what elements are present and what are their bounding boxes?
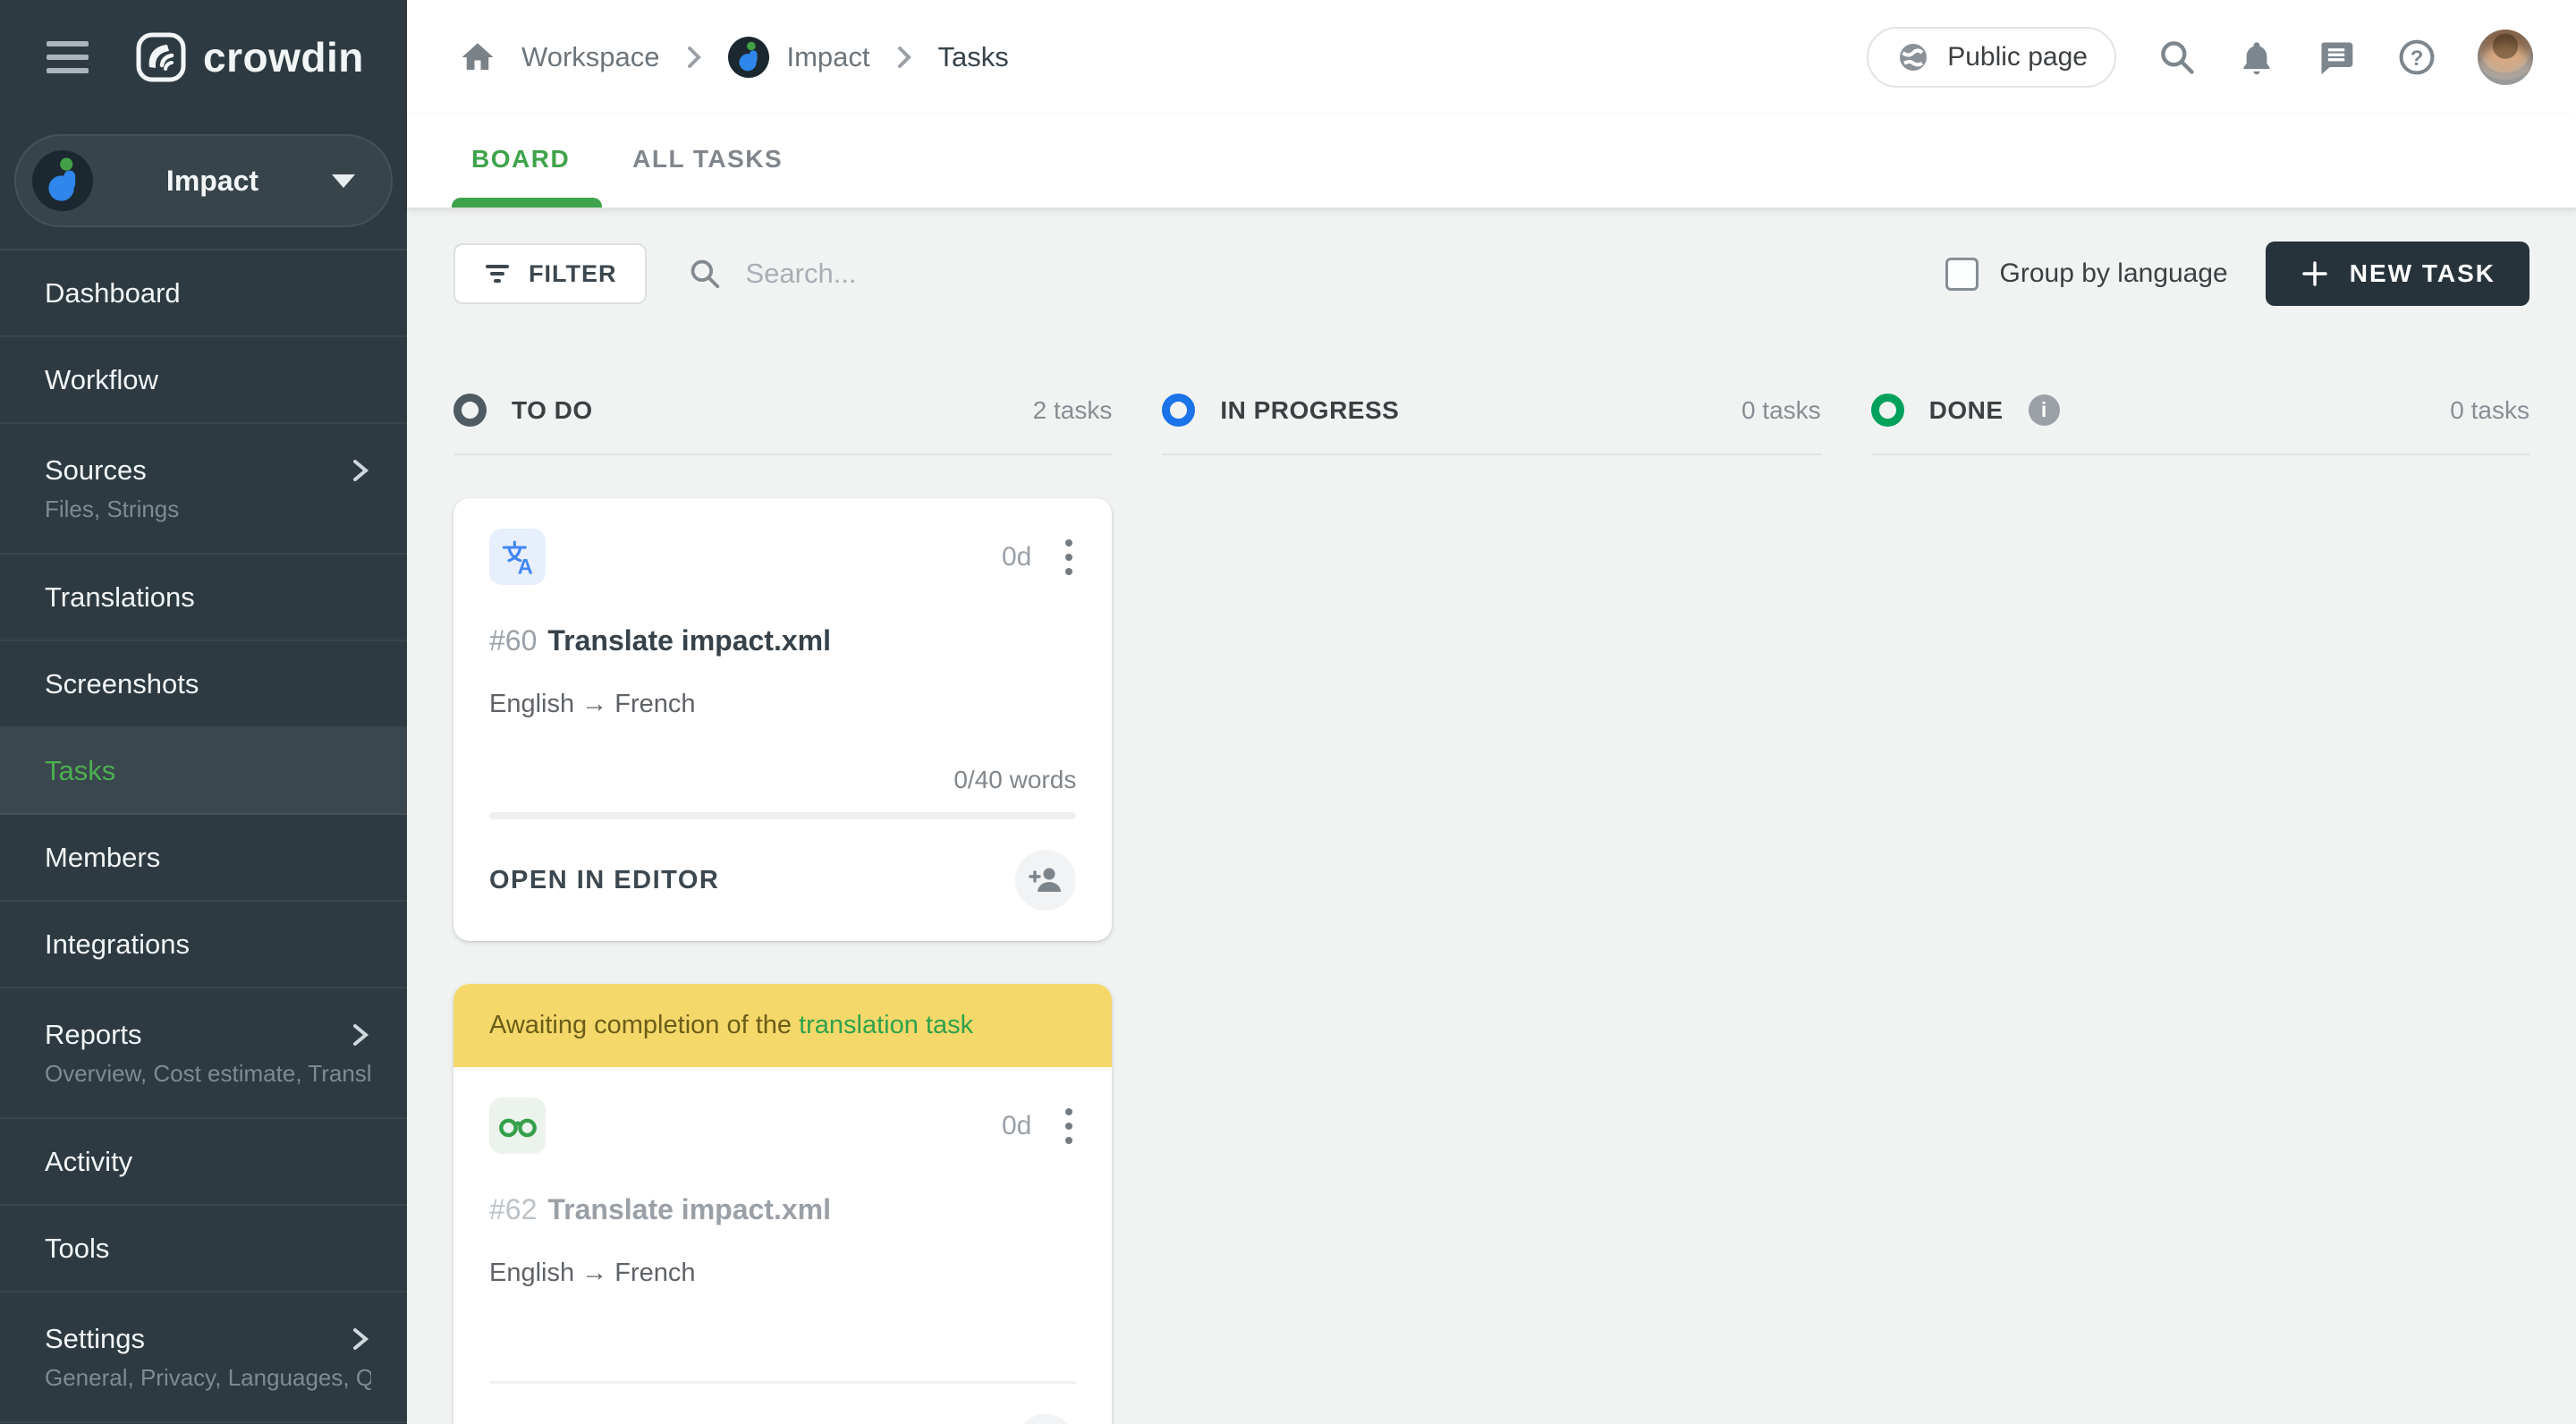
task-word-progress-empty (489, 1335, 1076, 1369)
project-avatar-small (727, 37, 769, 78)
search-input[interactable] (745, 258, 1283, 290)
sidebar-top: crowdin (0, 0, 407, 114)
task-progress-bar (489, 812, 1077, 819)
tab-all-tasks[interactable]: ALL TASKS (632, 145, 783, 208)
svg-text:A: A (517, 555, 532, 577)
crowdin-logo-text: crowdin (203, 34, 364, 81)
open-in-editor-button[interactable]: OPEN IN EDITOR (489, 866, 719, 895)
in-progress-task-count: 0 tasks (1741, 395, 1821, 424)
todo-status-icon (453, 394, 487, 427)
sidebar-item-workflow[interactable]: Workflow (0, 337, 407, 424)
sidebar-item-members[interactable]: Members (0, 815, 407, 902)
translation-task-link[interactable]: translation task (799, 1011, 973, 1039)
hamburger-menu-icon[interactable] (47, 41, 89, 73)
task-title: #62 Translate impact.xml (489, 1193, 831, 1225)
help-icon[interactable]: ? (2397, 38, 2436, 77)
task-title: #60 Translate impact.xml (489, 624, 831, 657)
sidebar-item-tools[interactable]: Tools (0, 1206, 407, 1293)
column-to-do: TO DO 2 tasks A 0d #60 Translate impact.… (453, 394, 1113, 1424)
crowdin-logo[interactable]: crowdin (135, 31, 364, 83)
plus-icon (2302, 261, 2327, 286)
group-by-language-label: Group by language (1999, 259, 2228, 288)
project-selector-label: Impact (165, 164, 259, 197)
sidebar-item-tasks[interactable]: Tasks (0, 728, 407, 815)
task-card-62[interactable]: Awaiting completion of the translation t… (453, 984, 1113, 1424)
globe-icon (1900, 44, 1928, 71)
svg-text:?: ? (2411, 47, 2424, 71)
search-box (688, 257, 1945, 291)
chevron-right-icon (353, 1327, 369, 1350)
home-icon[interactable] (459, 38, 496, 76)
breadcrumb-workspace[interactable]: Workspace (521, 41, 660, 73)
board-columns: TO DO 2 tasks A 0d #60 Translate impact.… (453, 394, 2529, 1424)
task-word-progress: 0/40 words (953, 766, 1077, 793)
kebab-menu-icon[interactable] (1062, 1105, 1076, 1148)
breadcrumb: Workspace Impact Tasks (459, 37, 1009, 78)
column-done-header: DONE i 0 tasks (1870, 394, 2529, 455)
new-task-button[interactable]: NEW TASK (2265, 242, 2529, 306)
sidebar-nav: Dashboard Workflow Sources Files, String… (0, 249, 407, 1424)
task-language-pair: English → French (489, 690, 696, 718)
sidebar-item-dashboard[interactable]: Dashboard (0, 250, 407, 337)
info-icon[interactable]: i (2028, 394, 2060, 426)
group-by-language-toggle[interactable]: Group by language (1945, 257, 2228, 291)
breadcrumb-tasks: Tasks (937, 41, 1009, 72)
add-assignee-button[interactable] (1015, 850, 1077, 911)
in-progress-status-icon (1162, 394, 1196, 427)
filter-icon (486, 265, 509, 283)
crowdin-logo-icon (135, 31, 187, 83)
person-add-icon (1029, 868, 1062, 892)
column-done: DONE i 0 tasks (1870, 394, 2529, 455)
task-duration: 0d (1001, 542, 1032, 572)
add-assignee-button[interactable] (1015, 1414, 1077, 1424)
sidebar: crowdin Impact Dashboard Workflow Source… (0, 0, 407, 1424)
search-icon[interactable] (2157, 38, 2197, 77)
user-avatar[interactable] (2478, 30, 2533, 85)
search-icon (691, 259, 720, 289)
notifications-bell-icon[interactable] (2238, 38, 2275, 77)
public-page-button[interactable]: Public page (1867, 27, 2116, 88)
task-language-pair: English → French (489, 1259, 696, 1287)
sidebar-item-reports[interactable]: Reports Overview, Cost estimate, Transl… (0, 988, 407, 1119)
chevron-right-icon (353, 1023, 369, 1046)
group-by-language-checkbox[interactable] (1945, 257, 1979, 291)
column-in-progress-header: IN PROGRESS 0 tasks (1162, 394, 1821, 455)
card-divider (489, 1381, 1077, 1384)
chevron-right-icon (897, 47, 911, 68)
sidebar-item-screenshots[interactable]: Screenshots (0, 641, 407, 728)
sidebar-item-integrations[interactable]: Integrations (0, 902, 407, 988)
column-in-progress: IN PROGRESS 0 tasks (1162, 394, 1821, 455)
project-selector[interactable]: Impact (14, 134, 393, 227)
board-toolbar: FILTER Group by language NEW TASK (453, 242, 2529, 306)
task-duration: 0d (1001, 1111, 1032, 1140)
sidebar-item-translations[interactable]: Translations (0, 555, 407, 641)
tab-board[interactable]: BOARD (451, 145, 603, 208)
awaiting-banner: Awaiting completion of the translation t… (453, 984, 1113, 1067)
todo-task-count: 2 tasks (1032, 395, 1113, 424)
top-header: Workspace Impact Tasks Public page ? (407, 0, 2576, 114)
kebab-menu-icon[interactable] (1062, 536, 1076, 579)
project-avatar (32, 150, 93, 211)
sidebar-item-settings[interactable]: Settings General, Privacy, Languages, Q… (0, 1293, 407, 1423)
chevron-right-icon (353, 459, 369, 481)
translate-icon: A (489, 529, 546, 585)
tabs-bar: BOARD ALL TASKS (407, 114, 2576, 208)
sidebar-item-sources[interactable]: Sources Files, Strings (0, 424, 407, 555)
messages-icon[interactable] (2317, 38, 2356, 77)
filter-button[interactable]: FILTER (453, 243, 648, 304)
breadcrumb-project[interactable]: Impact (727, 37, 870, 78)
header-actions: Public page ? (1867, 27, 2533, 88)
proofread-icon (489, 1098, 546, 1154)
column-to-do-header: TO DO 2 tasks (453, 394, 1113, 455)
main-area: Workspace Impact Tasks Public page ? BOA… (407, 0, 2576, 1424)
task-card-60[interactable]: A 0d #60 Translate impact.xml English → F (453, 498, 1113, 941)
done-task-count: 0 tasks (2450, 395, 2529, 424)
done-status-icon (1870, 394, 1904, 427)
sidebar-item-activity[interactable]: Activity (0, 1119, 407, 1206)
tasks-board: FILTER Group by language NEW TASK TO DO (407, 208, 2576, 1424)
chevron-right-icon (687, 47, 701, 68)
chevron-down-icon (332, 174, 355, 188)
